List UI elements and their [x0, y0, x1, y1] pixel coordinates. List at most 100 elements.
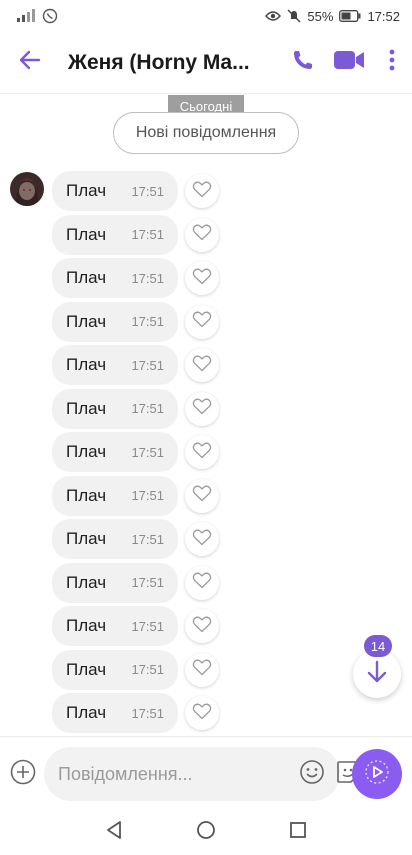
nav-back-button[interactable]: [99, 818, 129, 848]
message-bubble[interactable]: Плач 17:51: [52, 345, 178, 385]
like-button[interactable]: [185, 435, 219, 469]
emoji-button[interactable]: [298, 759, 326, 790]
heart-icon: [192, 267, 212, 290]
message-bubble[interactable]: Плач 17:51: [52, 519, 178, 559]
like-button[interactable]: [185, 609, 219, 643]
clock: 17:52: [367, 8, 400, 24]
like-button[interactable]: [185, 696, 219, 730]
message-text: Плач: [66, 572, 107, 592]
home-circle-icon: [196, 820, 216, 845]
message-bubble[interactable]: Плач 17:51: [52, 649, 178, 690]
message-bubble[interactable]: Плач 17:51: [52, 693, 178, 733]
message-time: 17:51: [131, 227, 164, 242]
like-button[interactable]: [185, 217, 219, 252]
message-row[interactable]: Плач 17:51: [52, 345, 219, 385]
message-row[interactable]: Плач 17:51: [52, 562, 219, 603]
like-button[interactable]: [185, 652, 219, 687]
message-row[interactable]: Плач 17:51: [52, 258, 219, 298]
new-messages-divider: Нові повідомлення: [113, 112, 299, 154]
heart-icon: [192, 441, 212, 464]
video-call-button[interactable]: [326, 32, 372, 94]
message-list[interactable]: Плач 17:51 Плач 17:51 Плач 17:51 Плач 17:51 Плач…: [0, 170, 412, 736]
heart-icon: [192, 354, 212, 377]
message-time: 17:51: [131, 357, 164, 373]
like-button[interactable]: [185, 565, 219, 600]
message-bubble[interactable]: Плач 17:51: [52, 562, 178, 603]
call-button[interactable]: [280, 32, 326, 94]
message-time: 17:51: [131, 575, 164, 590]
message-time: 17:51: [131, 183, 164, 199]
message-bubble[interactable]: Плач 17:51: [52, 606, 178, 646]
chat-header: Женя (Horny Ma...: [0, 32, 412, 94]
message-input[interactable]: [58, 763, 248, 785]
message-text: Плач: [66, 659, 107, 679]
attach-button[interactable]: [8, 759, 38, 789]
message-time: 17:51: [131, 444, 164, 460]
more-vert-icon: [389, 49, 395, 76]
status-bar: 55% 17:52: [0, 0, 412, 32]
back-button[interactable]: [0, 32, 60, 94]
message-row[interactable]: Плач 17:51: [52, 649, 219, 690]
unread-count-badge: 14: [364, 635, 392, 657]
status-left: [16, 8, 58, 24]
send-icon: [363, 758, 391, 791]
message-time: 17:51: [131, 314, 164, 329]
message-text: Плач: [66, 442, 107, 461]
message-row[interactable]: Плач 17:51: [52, 388, 219, 429]
message-time: 17:51: [131, 705, 164, 721]
heart-icon: [192, 658, 212, 681]
like-button[interactable]: [185, 391, 219, 426]
message-text: Плач: [66, 181, 107, 200]
nav-recents-button[interactable]: [283, 818, 313, 848]
message-input-wrapper: [44, 747, 359, 801]
message-time: 17:51: [131, 270, 164, 286]
avatar[interactable]: [10, 172, 44, 206]
battery-icon: [339, 10, 361, 22]
message-time: 17:51: [131, 618, 164, 634]
like-button[interactable]: [185, 348, 219, 382]
like-button[interactable]: [185, 261, 219, 295]
phone-icon: [291, 48, 315, 77]
message-bubble[interactable]: Плач 17:51: [52, 214, 178, 255]
like-button[interactable]: [185, 174, 219, 208]
message-text: Плач: [66, 224, 107, 244]
heart-icon: [192, 702, 212, 725]
message-time: 17:51: [131, 488, 164, 503]
message-text: Плач: [66, 529, 107, 548]
message-bubble[interactable]: Плач 17:51: [52, 388, 178, 429]
like-button[interactable]: [185, 478, 219, 513]
message-row[interactable]: Плач 17:51: [52, 432, 219, 472]
message-text: Плач: [66, 268, 107, 287]
back-triangle-icon: [105, 820, 123, 845]
message-time: 17:51: [131, 662, 164, 677]
battery-percent: 55%: [307, 8, 334, 24]
message-bubble[interactable]: Плач 17:51: [52, 432, 178, 472]
message-bubble[interactable]: Плач 17:51: [52, 475, 178, 516]
header-actions: [280, 32, 412, 94]
more-options-button[interactable]: [372, 32, 412, 94]
message-row[interactable]: Плач 17:51: [52, 171, 219, 211]
nav-home-button[interactable]: [191, 818, 221, 848]
message-row[interactable]: Плач 17:51: [52, 606, 219, 646]
viber-icon: [42, 8, 58, 24]
message-bubble[interactable]: Плач 17:51: [52, 258, 178, 298]
mute-icon: [287, 9, 301, 23]
heart-icon: [192, 484, 212, 507]
emoji-icon: [299, 759, 325, 790]
back-arrow-icon: [19, 50, 41, 75]
status-right: 55% 17:52: [265, 9, 400, 24]
chat-title[interactable]: Женя (Horny Ma...: [68, 51, 258, 75]
scroll-down-button[interactable]: [353, 650, 401, 698]
message-row[interactable]: Плач 17:51: [52, 214, 219, 255]
like-button[interactable]: [185, 304, 219, 339]
message-row[interactable]: Плач 17:51: [52, 475, 219, 516]
arrow-down-icon: [366, 660, 388, 689]
message-row[interactable]: Плач 17:51: [52, 301, 219, 342]
message-row[interactable]: Плач 17:51: [52, 693, 219, 733]
message-bubble[interactable]: Плач 17:51: [52, 171, 178, 211]
message-row[interactable]: Плач 17:51: [52, 519, 219, 559]
message-bubble[interactable]: Плач 17:51: [52, 301, 178, 342]
heart-icon: [192, 310, 212, 333]
send-button[interactable]: [352, 749, 402, 799]
like-button[interactable]: [185, 522, 219, 556]
